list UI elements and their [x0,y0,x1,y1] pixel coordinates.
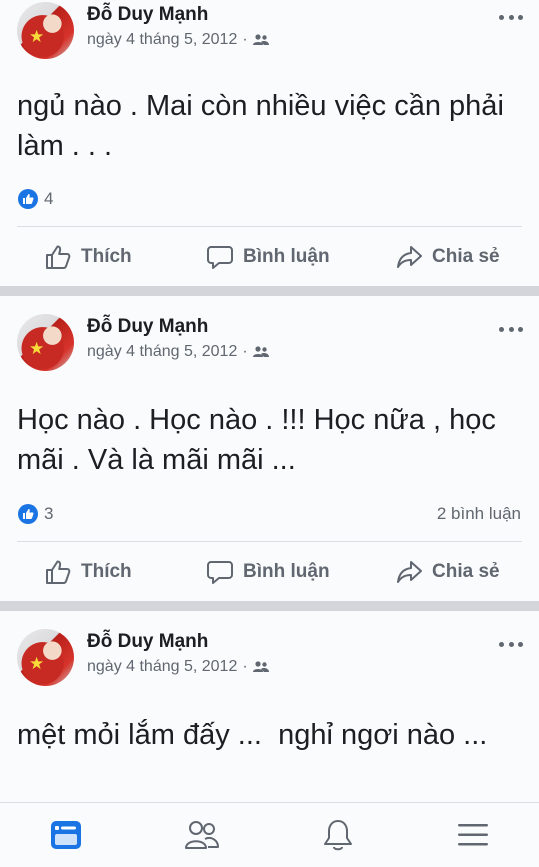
share-label: Chia sẻ [432,246,500,267]
divider [17,226,522,227]
more-options-icon[interactable] [499,640,523,648]
thumbs-up-icon [46,245,71,269]
like-label: Thích [81,561,132,582]
share-label: Chia sẻ [432,561,500,582]
tab-friends[interactable] [184,817,220,853]
bottom-tab-bar [0,802,539,867]
menu-icon [458,824,488,846]
reactions-summary[interactable]: 3 [18,503,53,525]
post-actions: Thích Bình luận Chia sẻ [0,237,539,277]
post-text: ngủ nào . Mai còn nhiều việc cần phải là… [17,90,504,162]
post-3: ★ Đỗ Duy Mạnh ngày 4 tháng 5, 2012 · mệt… [0,627,539,802]
notifications-icon [324,820,352,851]
share-icon [397,561,422,583]
post-1: ★ Đỗ Duy Mạnh ngày 4 tháng 5, 2012 · ngủ… [0,0,539,286]
meta-separator: · [242,31,248,48]
meta-separator: · [242,658,248,675]
like-button[interactable]: Thích [44,552,132,592]
avatar[interactable]: ★ [17,2,74,59]
reactions-summary[interactable]: 4 [18,188,53,210]
comments-count[interactable]: 2 bình luận [437,504,521,524]
divider [17,541,522,542]
comment-button[interactable]: Bình luận [206,237,330,277]
author-name[interactable]: Đỗ Duy Mạnh [87,316,208,338]
comment-icon [207,246,233,269]
post-separator [0,601,539,611]
comment-icon [207,561,233,584]
share-button[interactable]: Chia sẻ [395,237,500,277]
star-icon: ★ [29,654,45,674]
like-label: Thích [81,246,132,267]
news-feed-icon [51,821,81,849]
tab-notifications[interactable] [320,817,356,853]
more-options-icon[interactable] [499,13,523,21]
avatar[interactable]: ★ [17,629,74,686]
post-date[interactable]: ngày 4 tháng 5, 2012 [87,31,237,49]
friends-icon [185,821,219,849]
share-icon [397,246,422,268]
post-date[interactable]: ngày 4 tháng 5, 2012 [87,343,237,361]
thumbs-up-icon [46,560,71,584]
avatar[interactable]: ★ [17,314,74,371]
comment-label: Bình luận [243,561,330,582]
post-meta: ngày 4 tháng 5, 2012 · [87,31,269,49]
like-badge-icon [18,189,38,209]
post-2: ★ Đỗ Duy Mạnh ngày 4 tháng 5, 2012 · Học… [0,312,539,601]
tab-menu[interactable] [455,817,491,853]
friends-audience-icon [252,661,269,672]
star-icon: ★ [29,339,45,359]
more-options-icon[interactable] [499,325,523,333]
post-meta: ngày 4 tháng 5, 2012 · [87,343,269,361]
like-button[interactable]: Thích [44,237,132,277]
like-count: 4 [44,189,54,208]
like-count: 3 [44,504,54,523]
tab-news-feed[interactable] [48,817,84,853]
meta-separator: · [242,343,248,360]
author-name[interactable]: Đỗ Duy Mạnh [87,631,208,653]
post-actions: Thích Bình luận Chia sẻ [0,552,539,592]
post-text: Học nào . Học nào . !!! Học nữa , học mã… [17,404,496,476]
post-date[interactable]: ngày 4 tháng 5, 2012 [87,658,237,676]
star-icon: ★ [29,27,45,47]
post-meta: ngày 4 tháng 5, 2012 · [87,658,269,676]
friends-audience-icon [252,34,269,45]
post-separator [0,286,539,296]
comment-button[interactable]: Bình luận [206,552,330,592]
friends-audience-icon [252,346,269,357]
like-badge-icon [18,504,38,524]
author-name[interactable]: Đỗ Duy Mạnh [87,4,208,26]
comment-label: Bình luận [243,246,330,267]
post-text: mệt mỏi lắm đấy ... nghỉ ngơi nào ... [17,719,488,751]
share-button[interactable]: Chia sẻ [395,552,500,592]
